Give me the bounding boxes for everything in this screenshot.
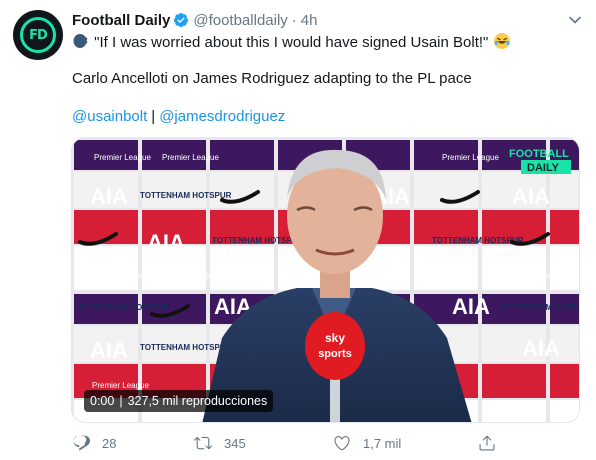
video-status-overlay: 0:00 | 327,5 mil reproducciones bbox=[84, 390, 274, 412]
svg-text:TOTTENHAM HOTSPUR: TOTTENHAM HOTSPUR bbox=[78, 303, 170, 312]
video-view-count: 327,5 mil reproducciones bbox=[127, 394, 268, 408]
svg-text:Premier League: Premier League bbox=[442, 153, 499, 162]
like-count: 1,7 mil bbox=[363, 435, 402, 451]
reply-button[interactable]: 28 bbox=[72, 431, 116, 455]
tweet-header: Football Daily @footballdaily · 4h bbox=[72, 10, 317, 30]
tweet-actions: 28 345 1,7 mil bbox=[72, 431, 592, 455]
overlay-separator: | bbox=[119, 394, 123, 408]
heart-icon bbox=[334, 436, 350, 451]
tweet-mentions: @usainbolt | @jamesdrodriguez bbox=[72, 107, 285, 127]
user-handle[interactable]: @footballdaily bbox=[193, 12, 287, 29]
reply-count: 28 bbox=[102, 435, 117, 451]
svg-text:Premier League: Premier League bbox=[162, 153, 219, 162]
retweet-count: 345 bbox=[224, 435, 246, 451]
football-daily-logo: FD bbox=[20, 17, 56, 53]
video-timestamp: 0:00 bbox=[90, 394, 115, 408]
avatar[interactable]: FD bbox=[13, 10, 63, 60]
mention-link-jamesdrodriguez[interactable]: @jamesdrodriguez bbox=[159, 108, 285, 125]
board-aia-7: AIA bbox=[90, 338, 128, 363]
svg-text:Premier League: Premier League bbox=[507, 271, 564, 280]
tweet-quote-text: "If I was worried about this I would hav… bbox=[94, 34, 489, 51]
retweet-icon bbox=[194, 436, 212, 450]
retweet-button[interactable]: 345 bbox=[194, 431, 246, 455]
svg-text:Premier League: Premier League bbox=[160, 271, 217, 280]
video-player[interactable]: AIA AIA AIA AIA AIA AIA AIA AIA Premier … bbox=[71, 137, 580, 423]
like-button[interactable]: 1,7 mil bbox=[333, 431, 401, 455]
share-button[interactable] bbox=[478, 431, 496, 455]
mention-separator: | bbox=[151, 108, 156, 125]
svg-text:TOTTENHAM HOTSPUR: TOTTENHAM HOTSPUR bbox=[140, 191, 232, 200]
watermark-line-2: DAILY bbox=[527, 162, 560, 174]
svg-text:TOTTENHAM HOTSPUR: TOTTENHAM HOTSPUR bbox=[140, 343, 232, 352]
svg-text:Premier League: Premier League bbox=[94, 153, 151, 162]
watermark-line-1: FOOTBALL bbox=[509, 148, 569, 160]
svg-text:TOTTENHAM HOTSPUR: TOTTENHAM HOTSPUR bbox=[502, 303, 580, 312]
board-aia-3: AIA bbox=[512, 184, 550, 209]
rolling-on-floor-laughing-emoji bbox=[493, 33, 510, 49]
mention-link-usainbolt[interactable]: @usainbolt bbox=[72, 108, 147, 125]
reply-icon bbox=[73, 435, 90, 451]
tweet-quote-line: "If I was worried about this I would hav… bbox=[72, 32, 511, 53]
svg-text:TOTTENHAM HOTSPUR: TOTTENHAM HOTSPUR bbox=[432, 236, 524, 245]
tweet-timestamp[interactable]: 4h bbox=[301, 12, 318, 29]
display-name[interactable]: Football Daily bbox=[72, 12, 170, 29]
svg-text:TOTTENHAM HOTSPUR: TOTTENHAM HOTSPUR bbox=[212, 236, 304, 245]
svg-text:Premier League: Premier League bbox=[92, 381, 149, 390]
board-aia-4: AIA bbox=[147, 230, 185, 255]
chevron-down-icon[interactable] bbox=[568, 13, 582, 27]
board-aia-1: AIA bbox=[90, 184, 128, 209]
board-aia-8: AIA bbox=[522, 336, 560, 361]
mic-brand-sky: sky bbox=[325, 331, 345, 345]
tweet-body-text: Carlo Ancelloti on James Rodriguez adapt… bbox=[72, 70, 472, 87]
video-frame: AIA AIA AIA AIA AIA AIA AIA AIA Premier … bbox=[72, 138, 580, 422]
svg-text:Premier League: Premier League bbox=[92, 271, 149, 280]
header-separator: · bbox=[291, 11, 297, 29]
football-daily-watermark: FOOTBALL DAILY bbox=[507, 144, 575, 176]
board-aia-6: AIA bbox=[452, 294, 490, 319]
share-icon bbox=[479, 435, 495, 451]
verified-badge-icon bbox=[173, 12, 189, 28]
tweet-card[interactable]: FD Football Daily @footballdaily · 4h "I… bbox=[0, 0, 596, 460]
mic-brand-sports: sports bbox=[318, 348, 352, 360]
speaking-head-emoji bbox=[73, 34, 88, 48]
